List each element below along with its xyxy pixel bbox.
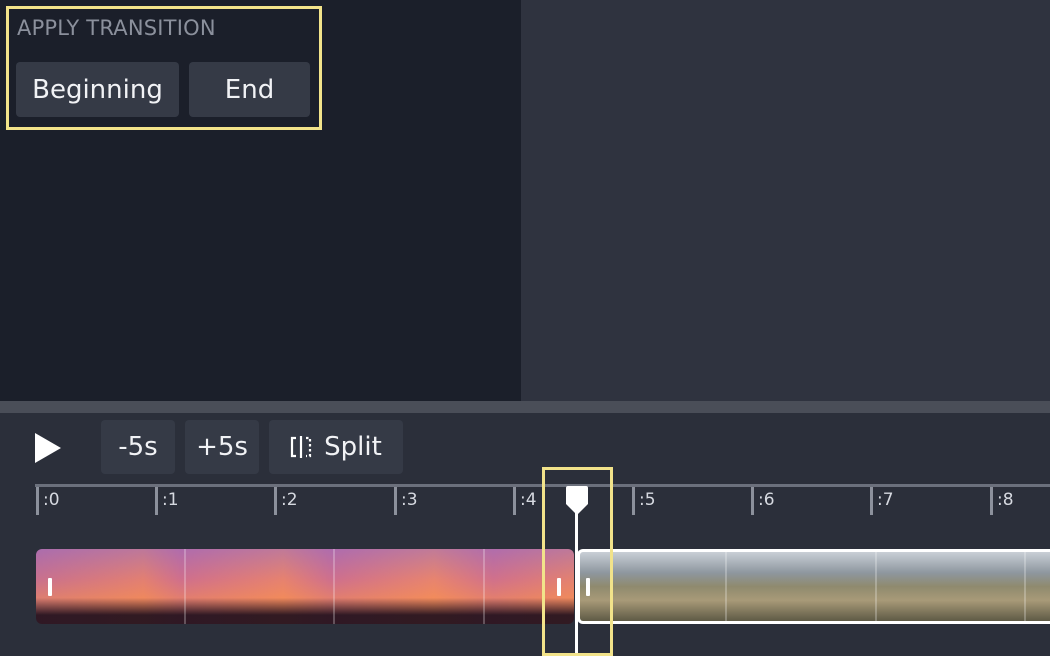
frame-divider — [725, 552, 727, 621]
playhead-handle[interactable] — [565, 486, 589, 516]
timeline-tick-label: :1 — [162, 490, 179, 510]
split-icon — [291, 436, 312, 458]
mountain-clip-start-handle[interactable] — [586, 578, 590, 596]
split-label: Split — [324, 432, 382, 462]
split-button[interactable]: Split — [269, 420, 403, 474]
timeline-tick — [632, 487, 635, 515]
transition-panel — [0, 0, 521, 401]
timeline-tick — [990, 487, 993, 515]
timeline-tick — [36, 487, 39, 515]
mountain-clip[interactable] — [577, 549, 1050, 624]
sunset-clip-end-handle[interactable] — [557, 578, 561, 596]
timeline-tick-label: :6 — [758, 490, 775, 510]
sunset-clip[interactable] — [36, 549, 574, 624]
frame-divider — [875, 552, 877, 621]
apply-transition-heading: APPLY TRANSITION — [17, 16, 216, 40]
timeline-tick — [751, 487, 754, 515]
play-button[interactable] — [30, 428, 66, 468]
timeline-tick-label: :8 — [997, 490, 1014, 510]
timeline-tick-label: :7 — [877, 490, 894, 510]
timeline-tick-label: :2 — [281, 490, 298, 510]
rewind-5s-button[interactable]: -5s — [101, 420, 175, 474]
timeline-tick-label: :3 — [401, 490, 418, 510]
timeline-tick-label: :5 — [639, 490, 656, 510]
timeline-tick-label: :4 — [520, 490, 537, 510]
transition-beginning-button[interactable]: Beginning — [16, 62, 179, 117]
timeline-tick — [513, 487, 516, 515]
forward-5s-button[interactable]: +5s — [185, 420, 259, 474]
frame-divider — [333, 549, 335, 624]
sunset-clip-start-handle[interactable] — [48, 578, 52, 596]
timeline-tick — [274, 487, 277, 515]
frame-divider — [1024, 552, 1026, 621]
timeline-tick — [155, 487, 158, 515]
playhead-line[interactable] — [575, 500, 578, 656]
transition-end-button[interactable]: End — [189, 62, 310, 117]
preview-panel — [521, 0, 1050, 401]
panel-resize-divider[interactable] — [0, 401, 1050, 413]
play-icon — [35, 433, 61, 463]
timeline-tick — [394, 487, 397, 515]
timeline-tick-label: :0 — [43, 490, 60, 510]
timeline-tick — [870, 487, 873, 515]
timeline-ruler[interactable] — [35, 484, 1050, 487]
frame-divider — [184, 549, 186, 624]
frame-divider — [483, 549, 485, 624]
